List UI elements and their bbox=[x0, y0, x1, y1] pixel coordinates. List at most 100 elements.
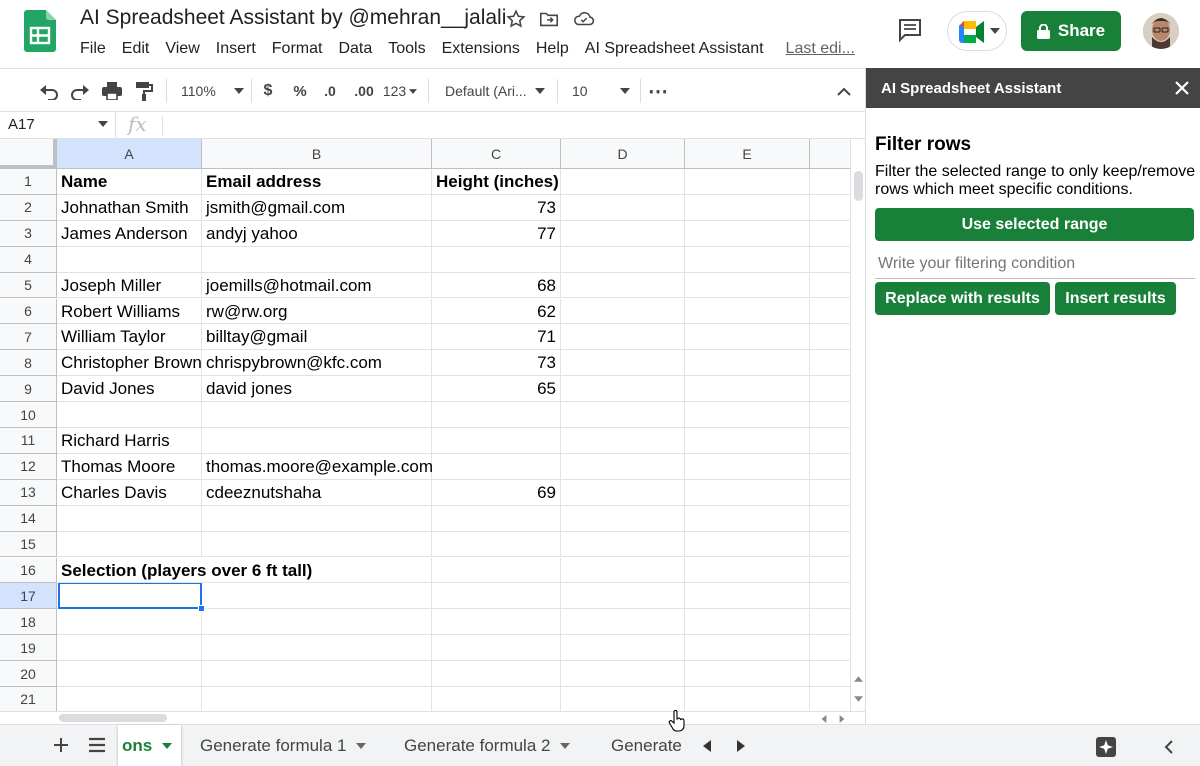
cell-d19[interactable] bbox=[561, 635, 685, 662]
cell-d9[interactable] bbox=[561, 376, 685, 403]
cell-c7[interactable]: 71 bbox=[432, 324, 561, 351]
cell-f19[interactable] bbox=[810, 635, 850, 662]
cell-f12[interactable] bbox=[810, 454, 850, 480]
cell-c14[interactable] bbox=[432, 505, 561, 532]
cell-d1[interactable] bbox=[561, 169, 685, 195]
cell-b14[interactable] bbox=[202, 505, 432, 532]
cell-b11[interactable] bbox=[202, 428, 432, 454]
increase-decimal-button[interactable]: .00 bbox=[350, 79, 378, 103]
collapse-toolbar-icon[interactable] bbox=[832, 79, 856, 103]
cell-e2[interactable] bbox=[685, 194, 810, 221]
filter-condition-input[interactable] bbox=[875, 249, 1195, 279]
cell-e16[interactable] bbox=[685, 557, 810, 584]
cell-b21[interactable] bbox=[202, 687, 432, 711]
cell-f5[interactable] bbox=[810, 273, 850, 299]
row-header-17[interactable]: 17 bbox=[0, 583, 57, 610]
insert-results-button[interactable]: Insert results bbox=[1055, 282, 1176, 315]
scroll-right-icon[interactable] bbox=[839, 715, 845, 723]
cell-d16[interactable] bbox=[561, 557, 685, 584]
cell-c18[interactable] bbox=[432, 609, 561, 636]
cell-f15[interactable] bbox=[810, 532, 850, 558]
active-cell-selection[interactable] bbox=[58, 582, 202, 610]
cell-d13[interactable] bbox=[561, 479, 685, 506]
horizontal-scrollbar[interactable] bbox=[0, 711, 865, 724]
cell-a16[interactable]: Selection (players over 6 ft tall) bbox=[57, 558, 312, 584]
close-icon[interactable] bbox=[1174, 80, 1190, 96]
cell-b1[interactable]: Email address bbox=[202, 169, 432, 195]
cell-d7[interactable] bbox=[561, 324, 685, 351]
horizontal-scroll-thumb[interactable] bbox=[59, 714, 167, 722]
select-all-corner[interactable] bbox=[0, 139, 57, 169]
cell-f10[interactable] bbox=[810, 402, 850, 428]
cell-a9[interactable]: David Jones bbox=[57, 376, 202, 403]
cell-b10[interactable] bbox=[202, 402, 432, 428]
share-button[interactable]: Share bbox=[1021, 11, 1121, 51]
column-header-b[interactable]: B bbox=[202, 139, 432, 169]
cell-f14[interactable] bbox=[810, 506, 850, 532]
menu-extensions[interactable]: Extensions bbox=[442, 40, 520, 62]
cell-a2[interactable]: Johnathan Smith bbox=[57, 194, 202, 221]
zoom-select[interactable]: 110% bbox=[175, 79, 245, 103]
column-header-d[interactable]: D bbox=[561, 139, 685, 169]
cell-c8[interactable]: 73 bbox=[432, 350, 561, 377]
cell-c6[interactable]: 62 bbox=[432, 298, 561, 325]
cell-e10[interactable] bbox=[685, 402, 810, 428]
cell-f20[interactable] bbox=[810, 661, 850, 687]
cell-d20[interactable] bbox=[561, 661, 685, 687]
cell-a21[interactable] bbox=[57, 687, 202, 711]
cell-e21[interactable] bbox=[685, 687, 810, 711]
more-options-button[interactable]: ⋯ bbox=[646, 79, 670, 103]
cell-f7[interactable] bbox=[810, 324, 850, 351]
cell-c16[interactable] bbox=[432, 557, 561, 584]
row-header-11[interactable]: 11 bbox=[0, 428, 57, 454]
cloud-saved-icon[interactable] bbox=[572, 8, 595, 30]
cell-a7[interactable]: William Taylor bbox=[57, 324, 202, 351]
cell-b4[interactable] bbox=[202, 246, 432, 273]
row-header-21[interactable]: 21 bbox=[0, 687, 57, 711]
column-header-a[interactable]: A bbox=[57, 139, 202, 169]
row-header-9[interactable]: 9 bbox=[0, 376, 57, 403]
cell-a20[interactable] bbox=[57, 661, 202, 687]
cell-a10[interactable] bbox=[57, 402, 202, 428]
cell-f8[interactable] bbox=[810, 350, 850, 377]
cell-c1[interactable]: Height (inches) bbox=[432, 169, 561, 195]
menu-insert[interactable]: Insert bbox=[216, 40, 256, 62]
cell-a11[interactable]: Richard Harris bbox=[57, 428, 202, 454]
cell-a19[interactable] bbox=[57, 635, 202, 662]
menu-ai-assistant[interactable]: AI Spreadsheet Assistant bbox=[585, 40, 764, 62]
cell-d12[interactable] bbox=[561, 453, 685, 480]
spreadsheet-grid[interactable]: ABCDE 1 Name Email address Height (inches) 2… bbox=[0, 139, 850, 711]
cell-c19[interactable] bbox=[432, 635, 561, 662]
row-header-3[interactable]: 3 bbox=[0, 220, 57, 247]
cell-e12[interactable] bbox=[685, 453, 810, 480]
cell-d8[interactable] bbox=[561, 350, 685, 377]
row-header-14[interactable]: 14 bbox=[0, 505, 57, 532]
row-header-5[interactable]: 5 bbox=[0, 272, 57, 299]
cell-e14[interactable] bbox=[685, 505, 810, 532]
star-icon[interactable] bbox=[505, 8, 527, 30]
decrease-decimal-button[interactable]: .0 bbox=[318, 79, 342, 103]
cell-e4[interactable] bbox=[685, 246, 810, 273]
cell-e20[interactable] bbox=[685, 661, 810, 687]
cell-d6[interactable] bbox=[561, 298, 685, 325]
row-header-1[interactable]: 1 bbox=[0, 169, 57, 195]
cell-e6[interactable] bbox=[685, 298, 810, 325]
cell-b12[interactable]: thomas.moore@example.com bbox=[202, 453, 433, 480]
cell-e19[interactable] bbox=[685, 635, 810, 662]
cell-d14[interactable] bbox=[561, 505, 685, 532]
row-header-19[interactable]: 19 bbox=[0, 635, 57, 662]
cell-c13[interactable]: 69 bbox=[432, 479, 561, 506]
cell-b19[interactable] bbox=[202, 635, 432, 662]
scroll-tabs-right-icon[interactable] bbox=[737, 739, 745, 757]
row-header-10[interactable]: 10 bbox=[0, 402, 57, 428]
cell-d10[interactable] bbox=[561, 402, 685, 428]
cell-f1[interactable] bbox=[810, 169, 850, 195]
cell-d5[interactable] bbox=[561, 272, 685, 299]
fill-handle[interactable] bbox=[198, 605, 205, 613]
paint-format-icon[interactable] bbox=[132, 79, 156, 103]
currency-format-button[interactable]: $ bbox=[258, 79, 278, 103]
scroll-up-icon[interactable] bbox=[854, 676, 863, 682]
cell-e3[interactable] bbox=[685, 220, 810, 247]
cell-d4[interactable] bbox=[561, 246, 685, 273]
percent-format-button[interactable]: % bbox=[290, 79, 310, 103]
